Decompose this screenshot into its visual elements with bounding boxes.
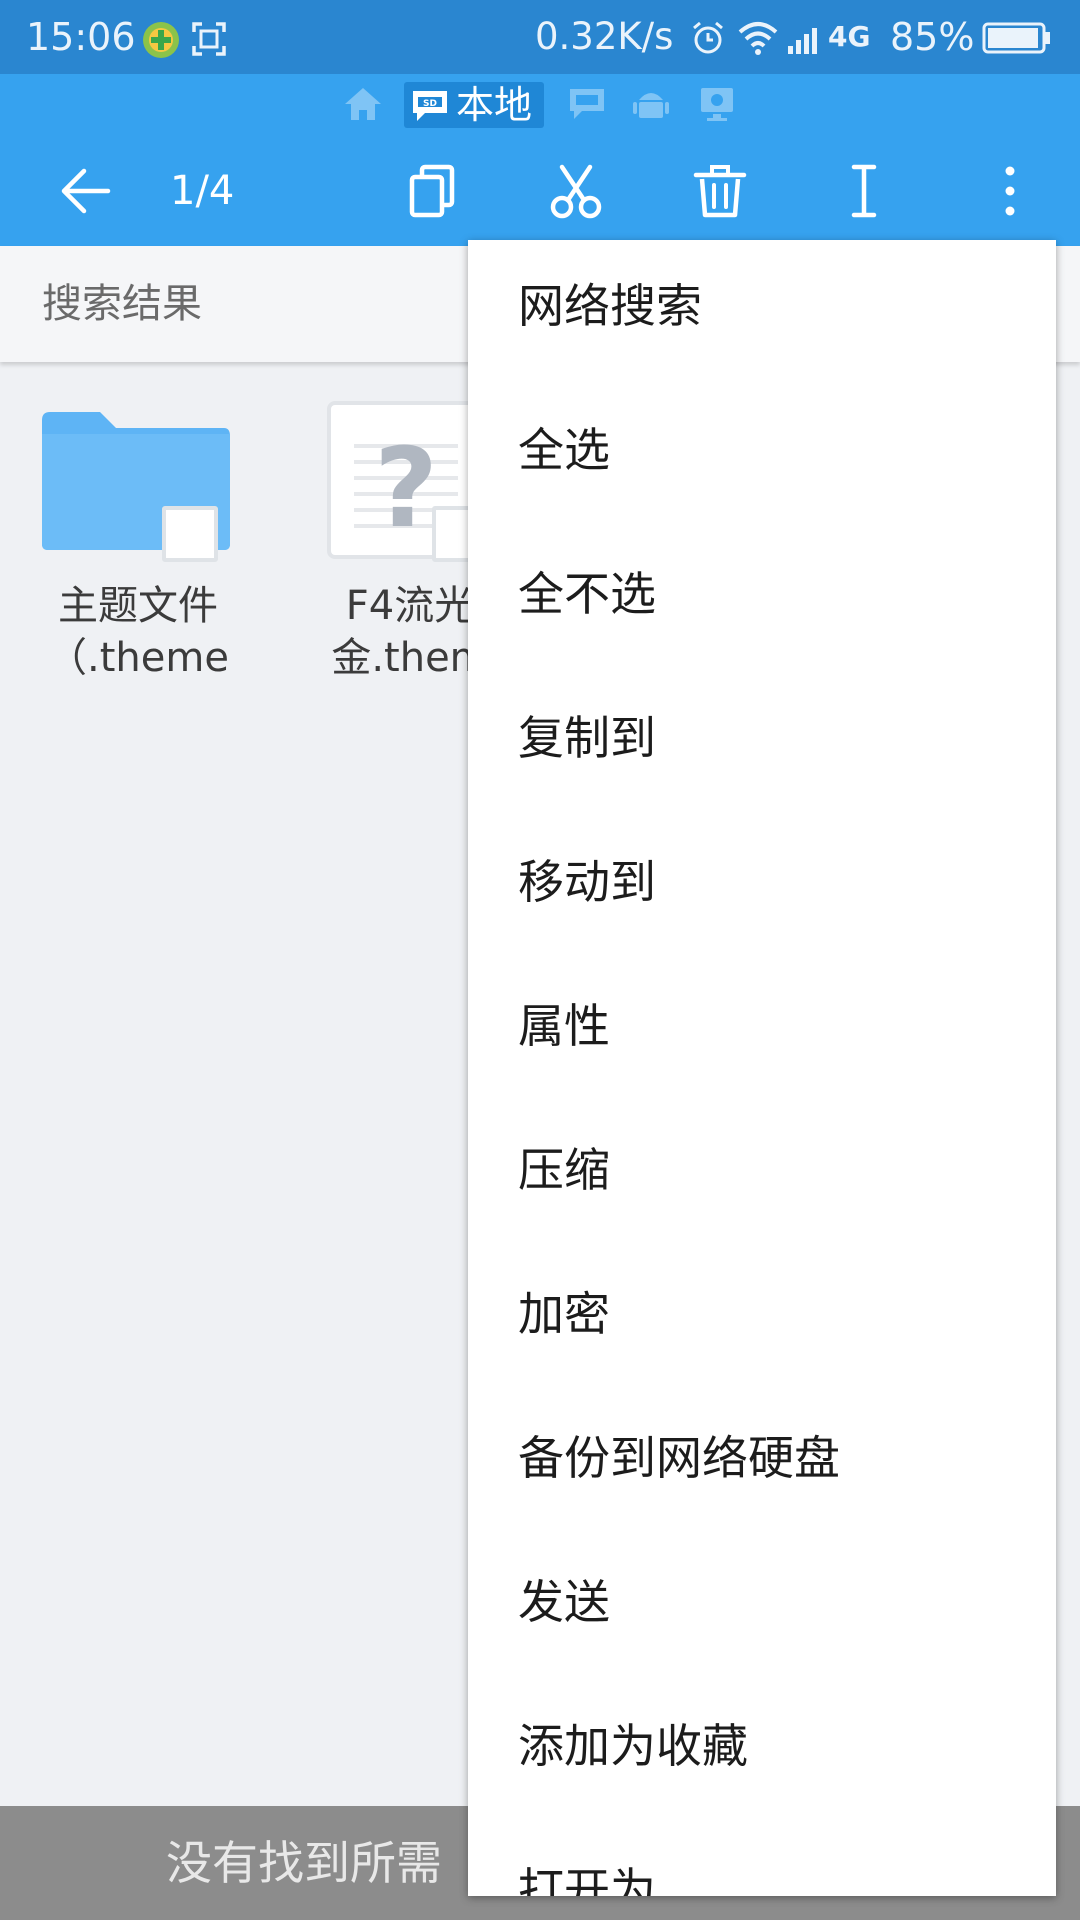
tab-indicator <box>0 358 258 362</box>
menu-item-select-all[interactable]: 全选 <box>468 384 1056 528</box>
location-local-label: 本地 <box>456 83 533 127</box>
menu-item-label: 加密 <box>518 1287 610 1341</box>
menu-item-label: 添加为收藏 <box>518 1719 748 1773</box>
battery-icon <box>982 22 1050 54</box>
menu-item-encrypt[interactable]: 加密 <box>468 1248 1056 1392</box>
android-icon[interactable] <box>630 84 672 124</box>
status-bar: 15:06 0.32K/s 4G 85% <box>0 0 1080 74</box>
menu-item-add-favorite[interactable]: 添加为收藏 <box>468 1680 1056 1824</box>
menu-item-label: 网络搜索 <box>518 279 702 333</box>
selection-count: 1/4 <box>170 168 235 214</box>
location-local-chip[interactable]: SD 本地 <box>404 82 544 128</box>
menu-item-label: 复制到 <box>518 711 656 765</box>
svg-text:SD: SD <box>423 99 437 109</box>
rename-icon[interactable] <box>834 161 894 221</box>
remote-icon[interactable] <box>696 84 738 124</box>
back-arrow-icon[interactable] <box>54 161 114 221</box>
copy-icon[interactable] <box>404 161 464 221</box>
not-found-hint-text: 没有找到所需 <box>166 1836 442 1890</box>
menu-item-select-none[interactable]: 全不选 <box>468 528 1056 672</box>
screenshot-icon <box>192 22 226 56</box>
menu-item-open-as[interactable]: 打开为 <box>468 1824 1056 1896</box>
home-icon[interactable] <box>342 84 384 124</box>
sd-card-icon: SD <box>413 91 447 121</box>
app-bar: SD 本地 1/4 <box>0 74 1080 246</box>
menu-item-backup-to-cloud[interactable]: 备份到网络硬盘 <box>468 1392 1056 1536</box>
svg-text:?: ? <box>374 424 438 552</box>
menu-item-label: 打开为 <box>518 1863 656 1896</box>
menu-item-label: 移动到 <box>518 855 656 909</box>
wifi-icon <box>738 22 778 55</box>
overflow-menu: 网络搜索 全选 全不选 复制到 移动到 属性 压缩 加密 备份到网络硬盘 发送 … <box>468 240 1056 1896</box>
menu-item-label: 全不选 <box>518 567 656 621</box>
alarm-icon <box>693 21 723 54</box>
file-name-line1: 主题文件 <box>58 583 218 629</box>
menu-item-label: 发送 <box>518 1575 610 1629</box>
more-vert-icon[interactable] <box>980 161 1040 221</box>
menu-item-send[interactable]: 发送 <box>468 1536 1056 1680</box>
delete-icon[interactable] <box>690 161 750 221</box>
sd-card-icon[interactable] <box>566 84 608 124</box>
menu-item-label: 属性 <box>518 999 610 1053</box>
battery-percent: 85% <box>890 15 975 59</box>
menu-item-label: 压缩 <box>518 1143 610 1197</box>
plus-badge-icon <box>143 22 179 58</box>
selection-toolbar: 1/4 <box>0 136 1080 246</box>
file-name-line2: （.theme <box>47 635 229 681</box>
menu-item-move-to[interactable]: 移动到 <box>468 816 1056 960</box>
signal-icon <box>788 28 817 54</box>
file-checkbox[interactable] <box>162 506 218 562</box>
menu-item-compress[interactable]: 压缩 <box>468 1104 1056 1248</box>
menu-item-web-search[interactable]: 网络搜索 <box>468 240 1056 384</box>
tab-search-results-label: 搜索结果 <box>42 281 202 327</box>
menu-item-label: 备份到网络硬盘 <box>518 1431 840 1485</box>
cut-icon[interactable] <box>546 161 606 221</box>
menu-item-label: 全选 <box>518 423 610 477</box>
network-type: 4G <box>828 20 871 53</box>
status-time: 15:06 <box>26 15 136 59</box>
menu-item-properties[interactable]: 属性 <box>468 960 1056 1104</box>
network-speed: 0.32K/s <box>535 15 674 58</box>
menu-item-copy-to[interactable]: 复制到 <box>468 672 1056 816</box>
location-bar: SD 本地 <box>0 74 1080 136</box>
